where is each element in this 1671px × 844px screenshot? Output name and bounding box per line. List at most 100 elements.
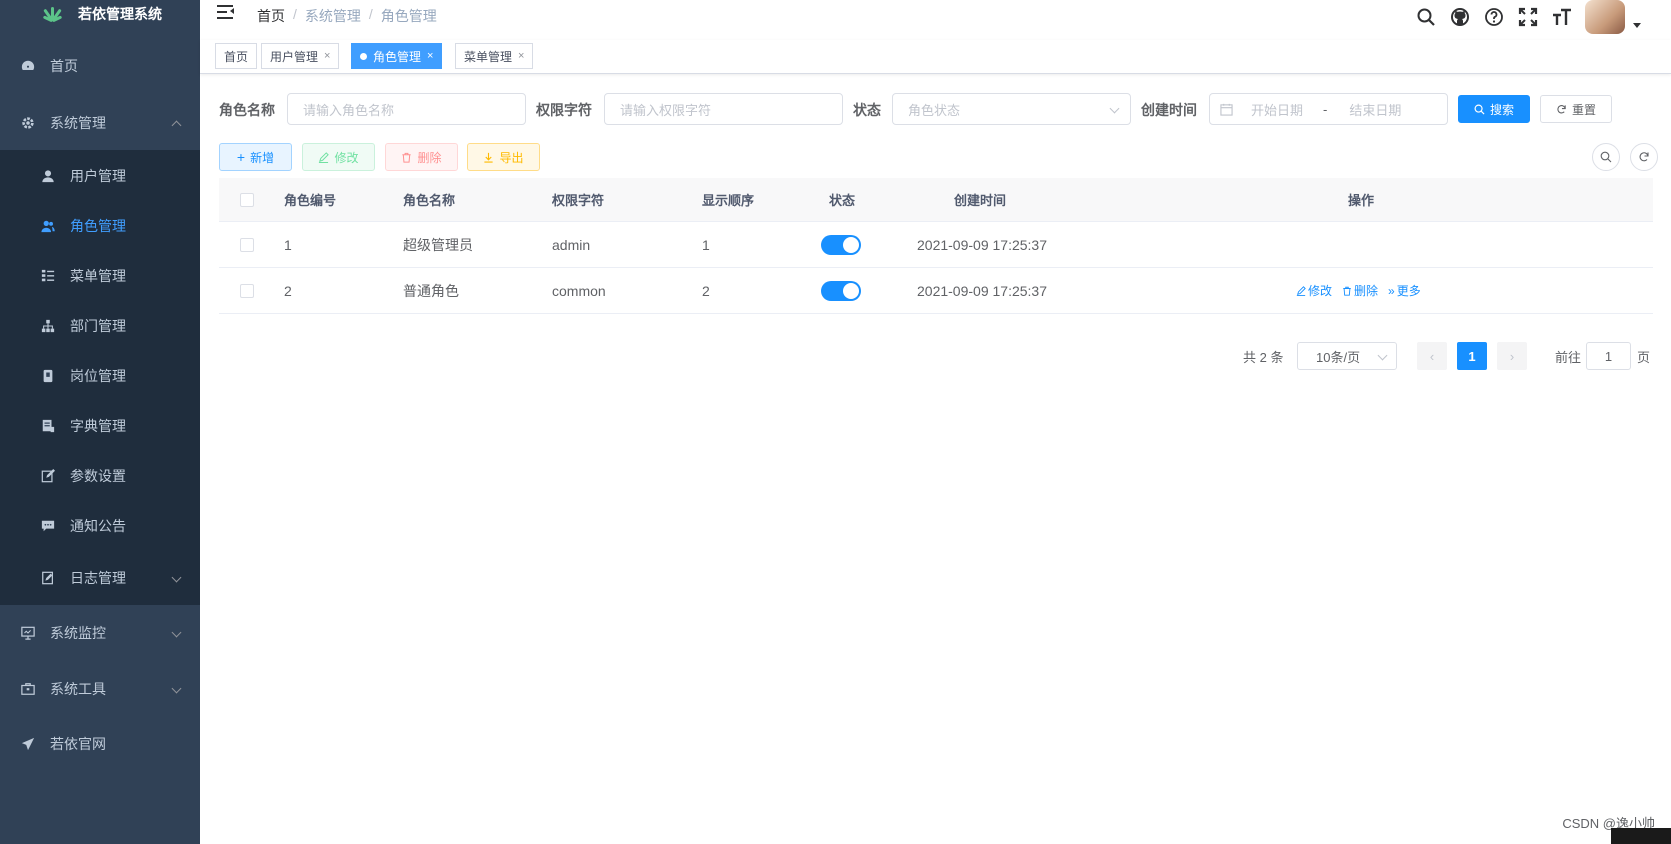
- search-icon: [1600, 151, 1612, 163]
- prev-page-button[interactable]: ‹: [1417, 342, 1447, 370]
- column-header: 状态: [829, 193, 856, 208]
- row-more-link[interactable]: » 更多: [1388, 282, 1421, 299]
- sidebar: 若依管理系统 首页 系统管理 用户管理 角色管理 菜单管理 部门管理 岗位管理 …: [0, 0, 200, 844]
- github-icon[interactable]: [1449, 6, 1471, 28]
- breadcrumb-item-system: 系统管理: [304, 8, 361, 24]
- tag-label: 首页: [224, 49, 249, 64]
- refresh-icon: [1557, 104, 1566, 113]
- logo-title: 若依管理系统: [78, 6, 162, 22]
- search-icon[interactable]: [1415, 6, 1437, 28]
- status-switch[interactable]: [821, 280, 861, 301]
- edit-button[interactable]: 修改: [302, 143, 375, 171]
- sidebar-item-monitor[interactable]: 系统监控: [0, 605, 200, 661]
- sidebar-item-tools[interactable]: 系统工具: [0, 661, 200, 717]
- sidebar-item-depts[interactable]: 部门管理: [0, 301, 200, 351]
- search-button-label: 搜索: [1489, 102, 1514, 117]
- status-label: 状态: [853, 102, 881, 118]
- chevron-down-icon: [171, 627, 182, 638]
- navbar: 首页 / 系统管理 / 角色管理: [200, 0, 1671, 34]
- sidebar-item-posts[interactable]: 岗位管理: [0, 351, 200, 401]
- close-icon[interactable]: ×: [324, 50, 330, 62]
- tag-users[interactable]: 用户管理 ×: [261, 43, 340, 69]
- fullscreen-icon[interactable]: [1517, 6, 1539, 28]
- page-suffix: 页: [1637, 350, 1651, 365]
- search-button[interactable]: 搜索: [1458, 95, 1530, 123]
- page-number: 1: [1468, 348, 1476, 364]
- question-icon[interactable]: [1483, 6, 1505, 28]
- row-edit-link[interactable]: 修改: [1296, 282, 1332, 299]
- toggle-search-button[interactable]: [1592, 143, 1620, 171]
- date-range-picker[interactable]: 开始日期 - 结束日期: [1209, 93, 1448, 125]
- sidebar-item-roles[interactable]: 角色管理: [0, 201, 200, 251]
- edit-icon: [40, 468, 56, 484]
- role-name-input[interactable]: 请输入角色名称: [287, 93, 526, 125]
- sidebar-item-label: 系统工具: [50, 681, 106, 697]
- monitor-icon: [20, 625, 36, 641]
- close-icon[interactable]: ×: [518, 50, 524, 62]
- tag-roles[interactable]: 角色管理 ×: [351, 43, 443, 69]
- export-button[interactable]: 导出: [467, 143, 540, 171]
- create-time-label: 创建时间: [1141, 102, 1197, 118]
- role-key: admin: [552, 236, 591, 253]
- avatar[interactable]: [1585, 0, 1625, 34]
- sidebar-item-label: 若依官网: [50, 736, 106, 752]
- breadcrumb: 首页 / 系统管理 / 角色管理: [257, 6, 437, 26]
- table-header: 角色编号 角色名称 权限字符 显示顺序 状态 创建时间 操作: [219, 178, 1653, 222]
- status-select[interactable]: 角色状态: [892, 93, 1131, 125]
- column-header: 显示顺序: [702, 193, 755, 208]
- caret-down-icon[interactable]: [1633, 22, 1641, 28]
- hamburger-icon[interactable]: [217, 4, 235, 20]
- create-time: 2021-09-09 17:25:37: [917, 236, 1047, 253]
- breadcrumb-item-home[interactable]: 首页: [257, 6, 285, 26]
- refresh-table-button[interactable]: [1630, 143, 1658, 171]
- sidebar-item-config[interactable]: 参数设置: [0, 451, 200, 501]
- page-size-value: 10条/页: [1316, 349, 1361, 365]
- row-actions: 修改 删除 » 更多: [1296, 268, 1431, 313]
- column-header: 权限字符: [552, 193, 605, 208]
- sidebar-item-system[interactable]: 系统管理: [0, 95, 200, 151]
- status-switch[interactable]: [821, 234, 861, 255]
- sidebar-item-logs[interactable]: 日志管理: [0, 553, 200, 603]
- message-icon: [40, 518, 56, 534]
- next-page-button[interactable]: ›: [1497, 342, 1527, 370]
- add-button[interactable]: + 新增: [219, 143, 292, 171]
- app-root: 若依管理系统 首页 系统管理 用户管理 角色管理 菜单管理 部门管理 岗位管理 …: [0, 0, 1671, 844]
- active-dot-icon: [360, 52, 367, 60]
- edit-icon: [1296, 285, 1306, 296]
- role-name-placeholder: 请输入角色名称: [303, 102, 395, 118]
- table-row: 1 超级管理员 admin 1 2021-09-09 17:25:37: [219, 222, 1653, 268]
- row-checkbox[interactable]: [240, 268, 254, 313]
- page-size-select[interactable]: 10条/页: [1297, 342, 1397, 370]
- sidebar-item-website[interactable]: 若依官网: [0, 716, 200, 772]
- sidebar-item-home[interactable]: 首页: [0, 38, 200, 94]
- row-checkbox[interactable]: [240, 222, 254, 267]
- roles-table: 角色编号 角色名称 权限字符 显示顺序 状态 创建时间 操作 1 超级管理员 a…: [219, 178, 1653, 314]
- font-size-icon[interactable]: [1551, 6, 1573, 28]
- sidebar-item-notices[interactable]: 通知公告: [0, 501, 200, 551]
- row-delete-link[interactable]: 删除: [1342, 282, 1378, 299]
- row-delete-label: 删除: [1354, 284, 1379, 298]
- add-button-label: 新增: [250, 150, 275, 165]
- reset-button[interactable]: 重置: [1540, 95, 1612, 123]
- delete-button[interactable]: 删除: [385, 143, 458, 171]
- close-icon[interactable]: ×: [427, 50, 433, 62]
- edit-button-label: 修改: [334, 150, 359, 165]
- gear-icon: [20, 115, 36, 131]
- tag-home[interactable]: 首页: [215, 43, 258, 69]
- chevron-right-icon: ›: [1509, 348, 1515, 364]
- logo-icon: [38, 5, 68, 23]
- logo[interactable]: 若依管理系统: [0, 0, 200, 28]
- sidebar-item-users[interactable]: 用户管理: [0, 151, 200, 201]
- page-number-button[interactable]: 1: [1457, 342, 1487, 370]
- select-all-checkbox[interactable]: [240, 178, 254, 221]
- role-key-input[interactable]: 请输入权限字符: [604, 93, 843, 125]
- tag-menus[interactable]: 菜单管理 ×: [455, 43, 534, 69]
- start-date-placeholder: 开始日期: [1251, 102, 1304, 118]
- sidebar-item-dicts[interactable]: 字典管理: [0, 401, 200, 451]
- role-name: 普通角色: [403, 282, 459, 299]
- sidebar-item-menus[interactable]: 菜单管理: [0, 251, 200, 301]
- tag-label: 用户管理: [270, 49, 319, 64]
- sidebar-item-label: 首页: [50, 58, 78, 74]
- role-key-label: 权限字符: [536, 102, 592, 118]
- goto-page-input[interactable]: 1: [1586, 342, 1631, 370]
